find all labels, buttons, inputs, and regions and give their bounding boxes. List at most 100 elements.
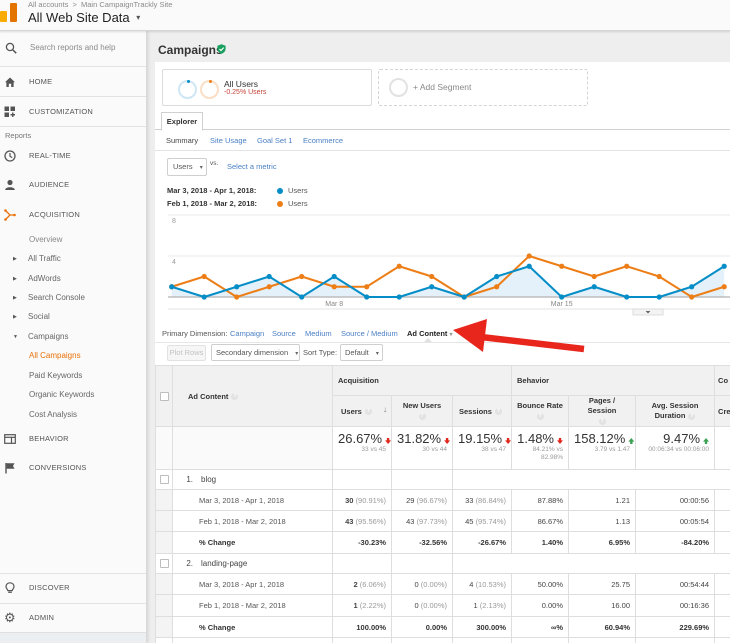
data-point[interactable] [169,284,175,290]
help-icon[interactable]: ? [494,408,502,416]
row-checkbox[interactable] [159,475,169,485]
help-icon[interactable]: ? [231,393,239,401]
data-point[interactable] [234,284,240,290]
data-point[interactable] [559,263,565,269]
sidebar-item-all-traffic[interactable]: ▶ All Traffic [0,250,146,268]
row-dimension-value[interactable]: landing-page [201,559,247,568]
row-checkbox[interactable] [159,559,169,569]
data-point[interactable] [266,284,272,290]
data-point[interactable] [429,273,435,280]
sidebar-item-admin[interactable]: ⚙ ADMIN [0,609,146,627]
table-row-group[interactable]: 1. blog [155,469,730,490]
segment-all-users[interactable]: All Users -0.25% Users [162,69,372,106]
help-icon[interactable]: ? [364,408,372,416]
sidebar-item-organic-keywords[interactable]: Organic Keywords [0,386,146,404]
row-dimension-value[interactable]: blog [201,475,216,484]
sidebar-item-home[interactable]: HOME [0,73,146,91]
data-point[interactable] [331,273,337,280]
data-point[interactable] [526,263,532,269]
dimension-medium[interactable]: Medium [305,329,332,338]
sidebar-item-discover[interactable]: DISCOVER [0,579,146,597]
column-header-avg-session-duration[interactable]: Avg. Session Duration? [634,395,716,427]
sidebar-item-search-console[interactable]: ▶ Search Console [0,289,146,307]
sidebar-item-all-campaigns[interactable]: All Campaigns [0,347,146,365]
sidebar-item-customization[interactable]: CUSTOMIZATION [0,103,146,121]
data-point[interactable] [624,294,630,300]
data-point[interactable] [591,273,597,280]
sidebar-item-overview[interactable]: Overview [0,231,146,249]
help-icon[interactable]: ? [688,412,696,420]
subtab-summary[interactable]: Summary [166,136,198,145]
help-icon[interactable]: ? [598,417,606,425]
data-point[interactable] [624,263,630,269]
subtab-site-usage[interactable]: Site Usage [210,136,247,145]
sidebar-item-conversions[interactable]: CONVERSIONS [0,459,146,477]
sidebar-item-social[interactable]: ▶ Social [0,308,146,326]
subtab-goal-set-1[interactable]: Goal Set 1 [257,136,292,145]
dimension-source[interactable]: Source [272,329,296,338]
tab-explorer[interactable]: Explorer [161,112,203,131]
data-point[interactable] [591,284,597,290]
data-point[interactable] [494,284,500,290]
data-point[interactable] [689,294,695,300]
column-header-new-users[interactable]: New Users? [391,395,453,427]
analytics-logo-icon[interactable] [0,3,17,22]
view-selector[interactable]: All Web Site Data ▾ [28,10,140,25]
plot-rows-button[interactable]: Plot Rows [167,345,206,361]
data-point[interactable] [559,294,565,300]
help-icon[interactable]: ? [536,412,544,420]
select-metric-link[interactable]: Select a metric [227,162,277,171]
select-all-checkbox[interactable] [159,391,169,401]
data-point[interactable] [299,294,305,300]
sidebar-item-paid-keywords[interactable]: Paid Keywords [0,367,146,385]
data-point[interactable] [234,294,240,300]
column-header-bounce-rate[interactable]: Bounce Rate? [511,395,569,427]
sidebar-item-cost-analysis[interactable]: Cost Analysis [0,406,146,424]
column-header-users[interactable]: Users? ↓ [332,395,392,427]
data-point[interactable] [201,294,207,300]
breadcrumb-property[interactable]: Main CampaignTrackly Site [81,0,172,9]
data-point[interactable] [721,263,727,269]
dimension-source-medium[interactable]: Source / Medium [341,329,398,338]
sidebar-item-adwords[interactable]: ▶ AdWords [0,270,146,288]
sidebar-item-realtime[interactable]: REAL-TIME [0,147,146,165]
data-point[interactable] [656,273,662,280]
data-point[interactable] [461,294,467,300]
column-header-pages-session[interactable]: Pages / Session? [568,395,636,427]
data-point[interactable] [396,294,402,300]
column-header-ad-content[interactable]: Ad Content? [172,365,333,427]
secondary-dimension-dropdown[interactable]: Secondary dimension ▾ [211,344,300,361]
table-row-group[interactable]: 2. landing-page [155,553,730,574]
data-point[interactable] [526,253,532,259]
dimension-campaign[interactable]: Campaign [230,329,264,338]
data-point[interactable] [721,284,727,290]
search-reports-input[interactable]: Search reports and help [0,39,146,57]
sidebar-item-campaigns[interactable]: ▼ Campaigns [0,328,146,346]
data-point[interactable] [689,284,695,290]
data-point[interactable] [266,273,272,280]
data-point[interactable] [299,273,305,280]
data-point[interactable] [201,273,207,280]
metric-dropdown[interactable]: Users ▾ [167,158,207,176]
sort-descending-icon[interactable]: ↓ [383,405,387,414]
data-point[interactable] [396,263,402,269]
dimension-ad-content-active[interactable]: Ad Content ▾ [407,329,453,338]
data-point[interactable] [331,284,337,290]
data-point[interactable] [494,273,500,280]
help-icon[interactable]: ? [418,412,426,420]
users-line-chart[interactable]: 4 8 Mar 8 Mar 15 [150,210,730,318]
cell-pages-session: 60.94% [568,616,636,638]
breadcrumb-account[interactable]: All accounts [28,0,68,9]
add-segment-button[interactable]: + Add Segment [378,69,588,106]
sidebar-item-audience[interactable]: AUDIENCE [0,176,146,194]
column-header-sessions[interactable]: Sessions? [452,395,512,427]
sort-type-dropdown[interactable]: Default ▾ [340,344,383,361]
data-point[interactable] [364,294,370,300]
data-point[interactable] [429,284,435,290]
sidebar-item-behavior[interactable]: BEHAVIOR [0,430,146,448]
sidebar-item-acquisition[interactable]: ACQUISITION [0,206,146,224]
subtab-ecommerce[interactable]: Ecommerce [303,136,343,145]
data-point[interactable] [364,284,370,290]
data-point[interactable] [656,294,662,300]
column-header-conversions-partial[interactable]: Cre [714,395,730,427]
